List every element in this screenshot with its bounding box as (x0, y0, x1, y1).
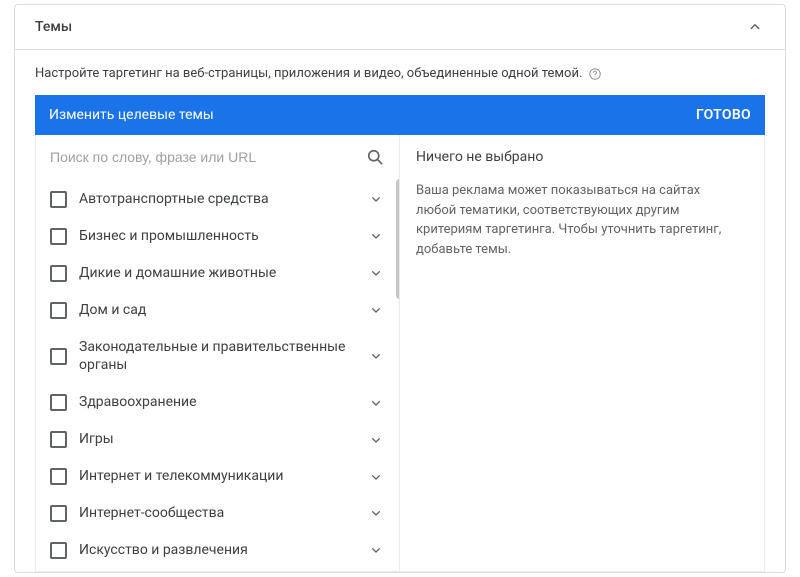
chevron-down-icon[interactable] (367, 227, 385, 245)
checkbox[interactable] (50, 394, 67, 411)
checkbox[interactable] (50, 302, 67, 319)
topic-item[interactable]: Дикие и домашние животные (36, 255, 399, 292)
topic-label: Искусство и развлечения (79, 541, 355, 560)
topics-panel: Темы Настройте таргетинг на веб-страницы… (14, 4, 786, 573)
checkbox[interactable] (50, 468, 67, 485)
help-icon[interactable] (588, 67, 602, 81)
panel-description-row: Настройте таргетинг на веб-страницы, при… (35, 66, 765, 81)
chevron-down-icon[interactable] (367, 347, 385, 365)
left-column: Автотранспортные средства Бизнес и промыш… (36, 135, 400, 571)
panel-body: Настройте таргетинг на веб-страницы, при… (15, 49, 785, 572)
checkbox[interactable] (50, 431, 67, 448)
checkbox[interactable] (50, 191, 67, 208)
topic-label: Игры (79, 430, 355, 449)
checkbox[interactable] (50, 348, 67, 365)
topic-label: Интернет и телекоммуникации (79, 467, 355, 486)
topic-label: Дикие и домашние животные (79, 264, 355, 283)
selection-status-description: Ваша реклама может показываться на сайта… (416, 181, 748, 259)
topic-label: Интернет-сообщества (79, 504, 355, 523)
right-column: Ничего не выбрано Ваша реклама может пок… (400, 135, 764, 571)
chevron-down-icon[interactable] (367, 541, 385, 559)
topic-item[interactable]: Игры (36, 421, 399, 458)
topic-label: Бизнес и промышленность (79, 227, 355, 246)
search-row (36, 135, 399, 179)
scrollbar-thumb[interactable] (396, 179, 399, 299)
search-input[interactable] (50, 143, 357, 171)
topic-item[interactable]: Искусство и развлечения (36, 532, 399, 569)
chevron-down-icon[interactable] (367, 468, 385, 486)
content-columns: Автотранспортные средства Бизнес и промыш… (35, 135, 765, 572)
chevron-down-icon[interactable] (367, 301, 385, 319)
chevron-down-icon[interactable] (367, 431, 385, 449)
topic-item[interactable]: Интернет-сообщества (36, 495, 399, 532)
checkbox[interactable] (50, 505, 67, 522)
topic-label: Автотранспортные средства (79, 190, 355, 209)
checkbox[interactable] (50, 265, 67, 282)
topic-label: Дом и сад (79, 301, 355, 320)
panel-title: Темы (35, 19, 72, 35)
done-button[interactable]: ГОТОВО (696, 107, 751, 123)
topic-item[interactable]: Дом и сад (36, 292, 399, 329)
topics-scroll-area: Автотранспортные средства Бизнес и промыш… (36, 179, 399, 571)
checkbox[interactable] (50, 228, 67, 245)
topic-item[interactable]: Интернет и телекоммуникации (36, 458, 399, 495)
chevron-down-icon[interactable] (367, 504, 385, 522)
panel-header[interactable]: Темы (15, 5, 785, 49)
chevron-down-icon[interactable] (367, 394, 385, 412)
chevron-up-icon (745, 17, 765, 37)
chevron-down-icon[interactable] (367, 190, 385, 208)
topic-list: Автотранспортные средства Бизнес и промыш… (36, 179, 399, 571)
panel-description: Настройте таргетинг на веб-страницы, при… (35, 66, 582, 81)
checkbox[interactable] (50, 542, 67, 559)
selection-status-title: Ничего не выбрано (416, 149, 748, 165)
topic-label: Законодательные и правительственные орга… (79, 338, 355, 376)
search-icon[interactable] (365, 147, 385, 167)
topic-item[interactable]: Законодательные и правительственные орга… (36, 329, 399, 385)
chevron-down-icon[interactable] (367, 264, 385, 282)
edit-topics-label: Изменить целевые темы (49, 107, 214, 123)
topic-item[interactable]: Бизнес и промышленность (36, 218, 399, 255)
edit-topics-bar: Изменить целевые темы ГОТОВО (35, 95, 765, 135)
topic-label: Здравоохранение (79, 393, 355, 412)
topic-item[interactable]: Автотранспортные средства (36, 181, 399, 218)
topic-item[interactable]: Здравоохранение (36, 384, 399, 421)
